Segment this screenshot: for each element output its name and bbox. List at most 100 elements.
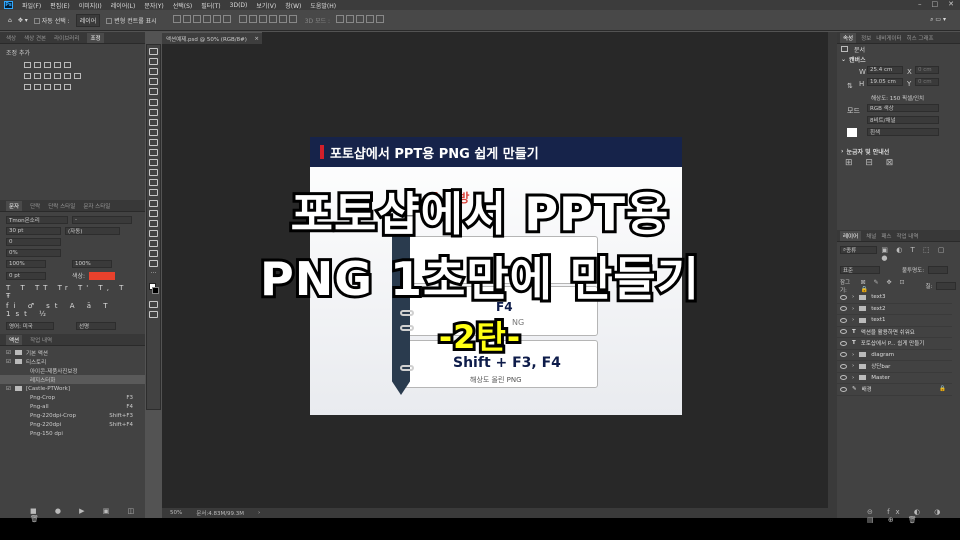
crop-tool-icon[interactable]: [149, 98, 158, 106]
magic-wand-icon[interactable]: [149, 88, 158, 96]
adjustment-icons[interactable]: [0, 61, 145, 94]
menu-image[interactable]: 이미지(I): [79, 1, 102, 10]
brush-icon: ✎: [852, 386, 857, 393]
action-shortcut: F3: [126, 394, 133, 401]
menu-filter[interactable]: 필터(T): [201, 1, 220, 10]
stamp-tool-icon[interactable]: [149, 149, 158, 157]
auto-select-label: 자동 선택 :: [41, 17, 70, 25]
chevron-right-icon[interactable]: ›: [852, 363, 854, 369]
menu-type[interactable]: 문자(Y): [144, 1, 163, 10]
tab-info[interactable]: 정보: [861, 34, 871, 42]
3d-mode-icons[interactable]: [336, 15, 386, 25]
tab-adjustments[interactable]: 조정: [87, 32, 104, 43]
overlay-title-line2: PNG 1초만에 만들기: [257, 249, 702, 309]
properties-doc-label: 문서: [854, 46, 866, 54]
eyedropper-icon[interactable]: [149, 118, 158, 126]
menu-select[interactable]: 선택(S): [173, 1, 193, 10]
visibility-icon[interactable]: [840, 363, 847, 369]
move-tool-icon[interactable]: [149, 48, 158, 56]
photoshop-window: Ps 파일(F) 편집(E) 이미지(I) 레이어(L) 문자(Y) 선택(S)…: [0, 0, 960, 524]
bit-depth-select[interactable]: 8비트/채널: [867, 116, 939, 124]
auto-select-checkbox[interactable]: 자동 선택 :: [33, 16, 70, 25]
height-field[interactable]: 19.05 cm: [867, 78, 903, 86]
resolution-text: 해상도: 150 픽셀/인치: [871, 96, 925, 102]
history-brush-icon[interactable]: [149, 159, 158, 167]
document-size: 문서:4.83M/99.3M: [196, 511, 245, 517]
layer-row[interactable]: › 상단bar: [837, 361, 952, 373]
action-row[interactable]: 아이콘-제품사진보정: [0, 366, 145, 375]
document-icon: [841, 46, 848, 52]
document-tab[interactable]: 액션예제.psd @ 50% (RGB/8#) ×: [162, 32, 262, 44]
menu-3d[interactable]: 3D(D): [230, 2, 248, 9]
tab-properties[interactable]: 속성: [840, 32, 857, 43]
artboard-tool-icon[interactable]: [149, 58, 158, 66]
action-row[interactable]: Png-Crop F3: [0, 393, 145, 402]
action-name: [Castle-PTWork]: [25, 385, 70, 392]
layer-row[interactable]: ✎ 배경 🔒: [837, 384, 952, 396]
minimize-icon[interactable]: –: [918, 0, 922, 8]
action-row[interactable]: ☑ 티스토리: [0, 357, 145, 366]
width-field[interactable]: 25.4 cm: [867, 66, 903, 74]
visibility-icon[interactable]: [840, 375, 847, 381]
guides-icons[interactable]: ⊞ ⊟ ⊠: [837, 156, 960, 170]
tab-swatches[interactable]: 색상 견본: [24, 34, 46, 42]
marquee-tool-icon[interactable]: [149, 68, 158, 76]
action-row[interactable]: ☑ [Castle-PTWork]: [0, 384, 145, 393]
eraser-tool-icon[interactable]: [149, 169, 158, 177]
status-bar: 50% 문서:4.83M/99.3M ›: [162, 508, 828, 518]
canvas-section-header[interactable]: ⌄ 캔버스: [837, 54, 960, 64]
close-tab-icon[interactable]: ×: [254, 36, 259, 42]
layers-footer-buttons[interactable]: ⊝ fx ◐ ◑ ▤ ⊕ 🗑: [867, 508, 960, 524]
tab-libraries[interactable]: 라이브러리: [54, 34, 79, 42]
zoom-level[interactable]: 50%: [170, 510, 182, 516]
action-row[interactable]: Png-220dpi Shift+F4: [0, 420, 145, 429]
frame-tool-icon[interactable]: [149, 108, 158, 116]
close-icon[interactable]: ✕: [948, 0, 954, 8]
tab-color[interactable]: 색상: [6, 34, 16, 42]
home-icon[interactable]: ⌂: [8, 17, 12, 24]
chevron-right-icon[interactable]: ›: [852, 375, 854, 381]
tab-navigator[interactable]: 내비게이터: [876, 34, 901, 42]
y-field[interactable]: 0 cm: [915, 78, 939, 86]
canvas-properties-2: 8비트/채널 흰색: [837, 116, 960, 142]
action-row[interactable]: 레지스터화: [0, 375, 145, 384]
layer-name: 상단bar: [871, 364, 891, 371]
action-row[interactable]: Png-all F4: [0, 402, 145, 411]
healing-brush-icon[interactable]: [149, 128, 158, 136]
action-name: Png-150 dpi: [30, 430, 63, 437]
tab-histogram[interactable]: 히스 그래프: [907, 34, 934, 42]
x-field[interactable]: 0 cm: [915, 66, 939, 74]
distribute-icons[interactable]: [238, 15, 299, 25]
transform-controls-checkbox[interactable]: 변형 컨트롤 표시: [106, 16, 157, 25]
actions-footer-buttons[interactable]: ■ ● ▶ ▣ ◫ 🗑: [30, 507, 145, 523]
brush-tool-icon[interactable]: [149, 138, 158, 146]
canvas-header-accent: [320, 145, 324, 159]
mode-select[interactable]: RGB 색상: [867, 104, 939, 112]
chevron-down-icon: ⌄: [841, 55, 847, 63]
menu-view[interactable]: 보기(V): [256, 1, 276, 10]
menu-edit[interactable]: 편집(E): [50, 1, 70, 10]
menu-file[interactable]: 파일(F): [22, 1, 41, 10]
search-icon[interactable]: ⌕ ▭ ▾: [930, 16, 946, 24]
auto-select-dropdown[interactable]: 레이어: [75, 13, 101, 27]
visibility-icon[interactable]: [840, 386, 847, 392]
menu-window[interactable]: 창(W): [285, 1, 301, 10]
orientation-icon[interactable]: ⇅: [847, 82, 853, 90]
action-row[interactable]: Png-150 dpi: [0, 429, 145, 438]
canvas-fill-select[interactable]: 흰색: [867, 128, 939, 136]
overlay-subtitle: -2탄-: [436, 315, 523, 359]
layer-row[interactable]: › Master: [837, 373, 952, 384]
height-label: H: [859, 80, 865, 88]
action-row[interactable]: Png-220dpi-Crop Shift+F3: [0, 411, 145, 420]
maximize-icon[interactable]: □: [932, 0, 939, 8]
menu-layer[interactable]: 레이어(L): [111, 1, 136, 10]
mode-3d-label: 3D 모드 :: [304, 17, 331, 25]
guides-section-header[interactable]: › 눈금자 및 안내선: [837, 146, 960, 156]
align-icons[interactable]: [172, 15, 233, 25]
lasso-tool-icon[interactable]: [149, 78, 158, 86]
status-arrow-icon[interactable]: ›: [258, 510, 260, 516]
action-name: Png-220dpi-Crop: [30, 412, 77, 419]
fill-color-swatch[interactable]: [847, 128, 857, 137]
move-tool-icon[interactable]: ✥ ▾: [18, 17, 28, 24]
menu-help[interactable]: 도움말(H): [310, 1, 336, 10]
